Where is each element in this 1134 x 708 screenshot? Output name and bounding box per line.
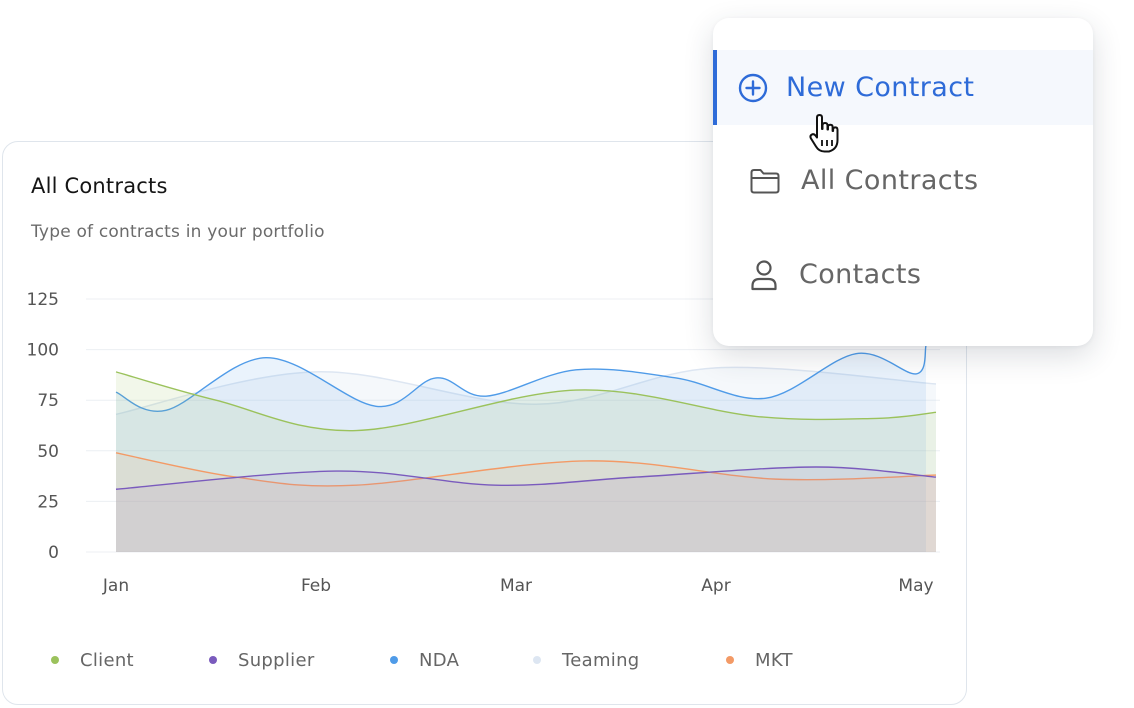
menu-label-contacts: Contacts [799, 259, 922, 290]
legend-item-client[interactable]: Client [51, 650, 209, 671]
user-icon [749, 259, 779, 291]
menu-item-all-contracts[interactable]: All Contracts [713, 143, 1093, 218]
legend-dot-client [51, 656, 59, 664]
legend-label-client: Client [80, 649, 134, 671]
legend-item-mkt[interactable]: MKT [726, 650, 846, 671]
legend-label-teaming: Teaming [562, 649, 640, 671]
x-tick-label: Apr [701, 576, 730, 596]
legend-label-supplier: Supplier [238, 649, 315, 671]
chart-legend: Client Supplier NDA Teaming MKT [51, 648, 846, 672]
legend-item-teaming[interactable]: Teaming [533, 650, 726, 671]
legend-dot-nda [390, 656, 398, 664]
menu-label-new-contract: New Contract [786, 72, 975, 103]
y-tick-label: 50 [37, 442, 59, 462]
legend-label-mkt: MKT [755, 649, 793, 671]
y-tick-label: 100 [27, 341, 59, 361]
legend-dot-mkt [726, 656, 734, 664]
legend-item-nda[interactable]: NDA [390, 650, 533, 671]
x-tick-label: Jan [102, 576, 129, 596]
y-tick-label: 125 [27, 290, 59, 310]
y-tick-label: 75 [37, 391, 59, 411]
quick-actions-menu: New Contract All Contracts Contacts [713, 18, 1093, 346]
legend-item-supplier[interactable]: Supplier [209, 650, 390, 671]
x-tick-label: Feb [301, 576, 331, 596]
legend-label-nda: NDA [419, 649, 460, 671]
y-tick-label: 0 [48, 543, 59, 563]
x-tick-label: May [898, 576, 933, 596]
series-group [115, 345, 937, 552]
folder-icon [749, 167, 781, 195]
legend-dot-supplier [209, 656, 217, 664]
y-tick-label: 25 [37, 492, 59, 512]
plus-circle-icon [737, 72, 769, 104]
menu-item-contacts[interactable]: Contacts [713, 237, 1093, 312]
hand-pointer-cursor-icon [808, 114, 844, 158]
legend-dot-teaming [533, 656, 541, 664]
menu-label-all-contracts: All Contracts [801, 165, 979, 196]
menu-item-new-contract[interactable]: New Contract [713, 50, 1093, 125]
x-tick-label: Mar [500, 576, 532, 596]
